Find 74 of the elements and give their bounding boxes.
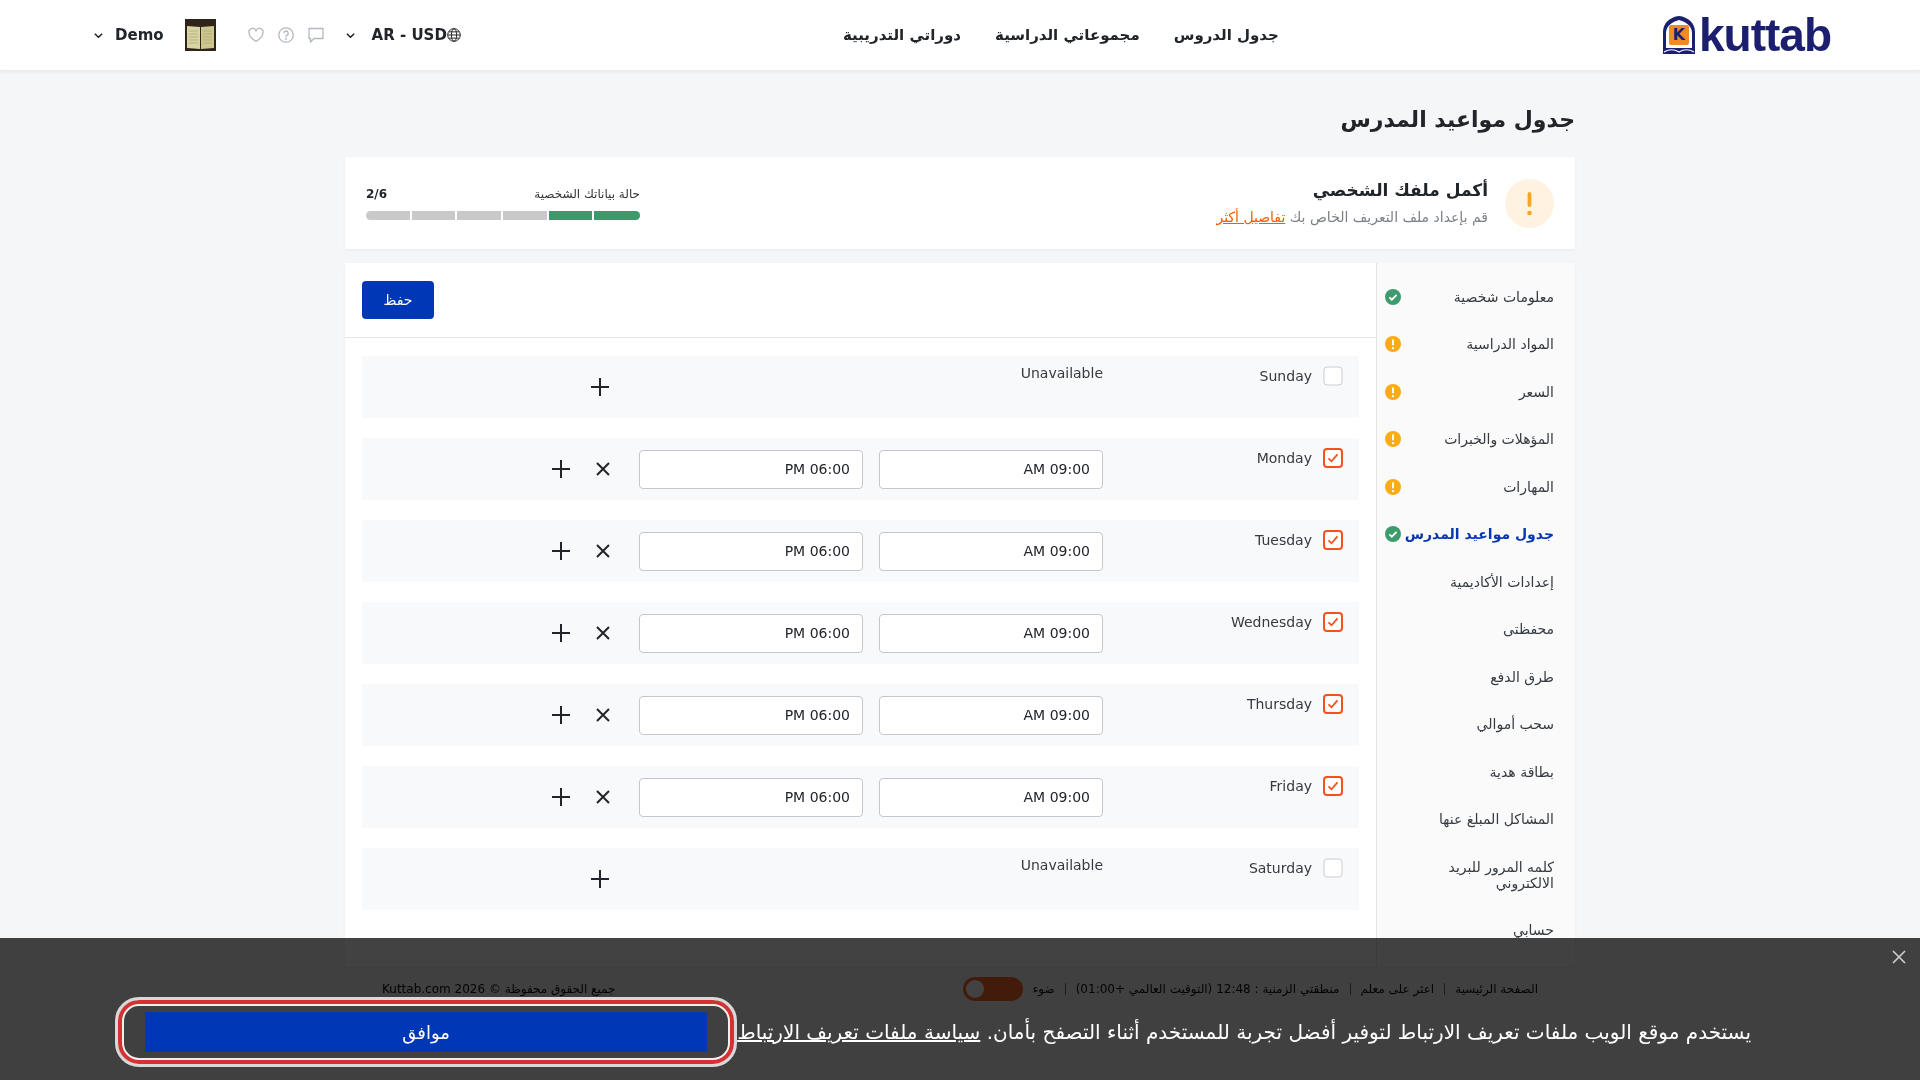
cookie-message: يستخدم موقع الويب ملفات تعريف الارتباط لتوفير أفضل تجربة للمستخدم أثناء التصفح بأمان. سياسة ملفات تعريف الارتباط <box>737 1019 1751 1045</box>
start-time-field[interactable]: AM 09:00 <box>879 531 1103 571</box>
day-label: Monday <box>1256 449 1312 468</box>
end-time-field[interactable]: PM 06:00 <box>639 613 863 653</box>
sidebar-item[interactable]: بطاقة هدية <box>1377 748 1575 796</box>
start-time-field[interactable]: AM 09:00 <box>879 613 1103 653</box>
profile-hint: قم بإعداد ملف التعريف الخاص بك تفاصيل أكثر <box>1216 207 1488 227</box>
sidebar-item[interactable]: المؤهلات والخبرات <box>1377 415 1575 463</box>
end-time-field[interactable]: PM 06:00 <box>639 777 863 817</box>
nav-link[interactable]: جدول الدروس <box>1173 25 1279 45</box>
progress-count: 2/6 <box>366 186 388 202</box>
start-time-field[interactable]: AM 09:00 <box>879 777 1103 817</box>
x-mark-icon[interactable] <box>596 462 610 476</box>
sidebar-item[interactable]: جدول مواعيد المدرس <box>1377 510 1575 558</box>
checkbox[interactable] <box>1323 612 1343 632</box>
progress-label: حالة بياناتك الشخصية <box>534 186 640 202</box>
nav-link[interactable]: مجموعاتي الدراسية <box>995 25 1140 45</box>
x-mark-icon[interactable] <box>596 544 610 558</box>
accept-button[interactable]: موافق <box>145 1012 708 1052</box>
day-label: Friday <box>1269 777 1312 796</box>
sidebar-item[interactable]: محفظتى <box>1377 605 1575 653</box>
nav-link[interactable]: دوراتي التدريبية <box>843 25 962 45</box>
checkbox[interactable] <box>1323 448 1343 468</box>
plus-icon[interactable] <box>551 705 571 725</box>
end-time-field[interactable]: PM 06:00 <box>639 449 863 489</box>
plus-icon[interactable] <box>551 459 571 479</box>
plus-icon[interactable] <box>551 541 571 561</box>
user-menu[interactable]: Demo <box>93 19 216 51</box>
plus-icon[interactable] <box>590 377 610 397</box>
day-label: Saturday <box>1248 859 1312 878</box>
sidebar-item[interactable]: كلمه المرور للبريد الالكتروني <box>1377 843 1575 907</box>
sidebar-item[interactable]: السعر <box>1377 368 1575 416</box>
end-time-field[interactable]: PM 06:00 <box>639 695 863 735</box>
save-button[interactable]: حفظ <box>362 281 434 319</box>
exclamation-icon <box>1505 178 1554 228</box>
globe-icon <box>446 28 461 42</box>
x-mark-icon[interactable] <box>596 626 610 640</box>
sidebar-item[interactable]: المهارات <box>1377 463 1575 511</box>
checkbox[interactable] <box>1323 366 1343 386</box>
day-label: Tuesday <box>1255 531 1312 550</box>
checkbox[interactable] <box>1323 776 1343 796</box>
day-label: Wednesday <box>1230 613 1312 632</box>
start-time-field[interactable]: AM 09:00 <box>879 449 1103 489</box>
logo-mark: K <box>1661 15 1697 55</box>
sidebar-item[interactable]: طرق الدفع <box>1377 653 1575 701</box>
checkbox[interactable] <box>1323 858 1343 878</box>
x-mark-icon[interactable] <box>596 708 610 722</box>
plus-icon[interactable] <box>551 787 571 807</box>
day-label: Sunday <box>1259 367 1312 386</box>
plus-icon[interactable] <box>590 869 610 889</box>
page-title: جدول مواعيد المدرس <box>1339 106 1575 133</box>
sidebar-item[interactable]: المشاكل المبلغ عنها <box>1377 795 1575 843</box>
copyright-text: جميع الحقوق محفوظة © Kuttab.com 2026 <box>382 982 616 996</box>
timezone-text: منطقتي الزمنية : 12:48 (التوقيت العالمي +01:00) <box>1075 982 1340 996</box>
close-icon[interactable] <box>1892 950 1906 964</box>
open-book-icon <box>184 19 216 51</box>
end-time-field[interactable]: PM 06:00 <box>639 531 863 571</box>
day-label: Thursday <box>1246 695 1312 714</box>
checkbox[interactable] <box>1323 530 1343 550</box>
unavailable-label: Unavailable <box>1020 857 1103 873</box>
profile-title: أكمل ملفك الشخصي <box>1311 179 1488 201</box>
language-currency-selector[interactable]: AR - USD <box>344 25 461 45</box>
unavailable-label: Unavailable <box>1020 365 1103 381</box>
cookie-policy-link[interactable]: سياسة ملفات تعريف الارتباط <box>737 1020 981 1044</box>
sidebar-item[interactable]: إعدادات الأكاديمية <box>1377 558 1575 606</box>
sidebar-item[interactable]: المواد الدراسية <box>1377 320 1575 368</box>
start-time-field[interactable]: AM 09:00 <box>879 695 1103 735</box>
x-mark-icon[interactable] <box>596 790 610 804</box>
sidebar-item[interactable]: سحب أموالي <box>1377 700 1575 748</box>
checkbox[interactable] <box>1323 694 1343 714</box>
logo-link[interactable]: K kuttab <box>1661 12 1831 58</box>
sidebar-item[interactable]: معلومات شخصية <box>1377 273 1575 321</box>
plus-icon[interactable] <box>551 623 571 643</box>
theme-label: ضوء <box>1032 982 1055 996</box>
